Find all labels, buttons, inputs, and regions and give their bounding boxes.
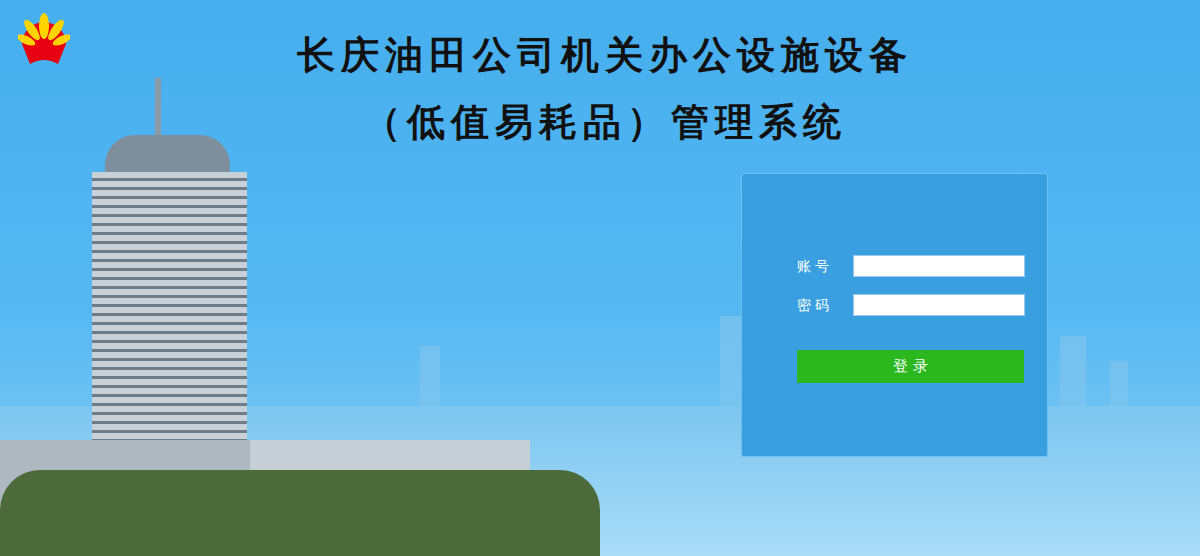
account-input[interactable] <box>853 255 1025 277</box>
password-input[interactable] <box>853 294 1025 316</box>
login-button[interactable]: 登 录 <box>797 350 1024 383</box>
title-line: （低值易耗品）管理系统 <box>363 88 847 155</box>
petrochina-logo-icon <box>18 10 70 68</box>
field-label: 账 号 <box>797 255 853 277</box>
title-line: 长庆油田公司机关办公设施设备 <box>297 21 913 88</box>
field-row: 密 码 <box>797 294 1047 316</box>
field-row: 账 号 <box>797 255 1047 277</box>
field-label: 密 码 <box>797 294 853 316</box>
system-title: 长庆油田公司机关办公设施设备（低值易耗品）管理系统 <box>0 0 1200 155</box>
login-panel: 账 号密 码 登 录 <box>741 173 1048 457</box>
login-page: 长庆油田公司机关办公设施设备（低值易耗品）管理系统 账 号密 码 登 录 <box>0 0 1200 556</box>
